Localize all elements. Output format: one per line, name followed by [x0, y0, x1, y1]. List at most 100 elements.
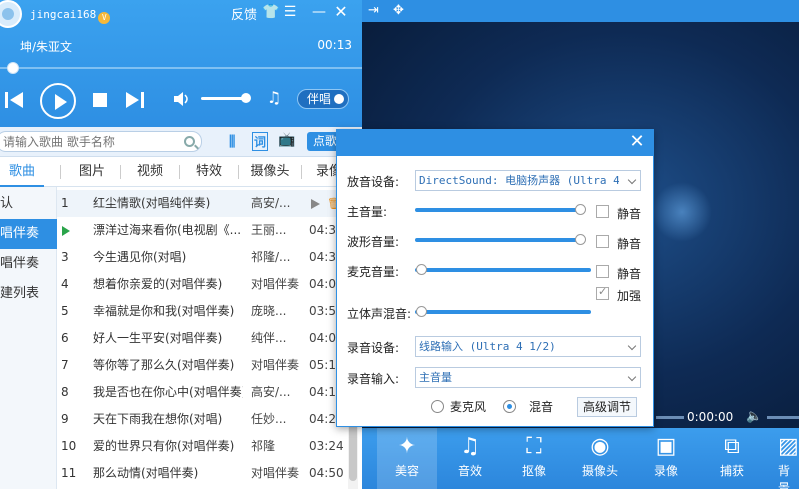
previous-icon[interactable]	[4, 91, 24, 109]
video-progress[interactable]	[656, 416, 684, 419]
table-row[interactable]: 5 幸福就是你和我(对唱伴奏) 庞晓... 03:50	[57, 298, 347, 325]
effect-beauty[interactable]: ✦ 美容	[377, 428, 437, 489]
category-duet[interactable]: 对唱伴奏	[0, 219, 57, 249]
mic-boost-checkbox[interactable]	[596, 285, 609, 300]
table-row[interactable]: 9 天在下雨我在想你(对唱) 任妙... 04:20	[57, 406, 347, 433]
media-tabs: 歌曲 图片 视频 特效 摄像头 录像	[0, 157, 362, 187]
video-volume-icon[interactable]: 🔈	[746, 409, 762, 424]
stereo-mix-slider[interactable]	[415, 310, 591, 314]
tab-video[interactable]: 视频	[121, 157, 179, 187]
video-toolbar: ⇥ ✥	[362, 0, 799, 22]
webcam-icon: ◉	[590, 434, 610, 459]
next-icon[interactable]	[125, 91, 145, 109]
table-row[interactable]: 7 等你等了那么久(对唱伴奏) 对唱伴奏 05:12	[57, 352, 347, 379]
wave-volume-slider[interactable]	[415, 238, 585, 242]
dialog-titlebar: ✕	[337, 130, 653, 156]
playback-device-label: 放音设备:	[347, 175, 400, 189]
category-new-list[interactable]: 新建列表	[0, 279, 57, 309]
main-mute-label: 静音	[617, 207, 642, 221]
table-row[interactable]: 10 爱的世界只有你(对唱伴奏) 祁隆 03:24	[57, 433, 347, 460]
mic-volume-slider[interactable]	[415, 268, 591, 272]
table-row[interactable]: 11 那么动情(对唱伴奏) 对唱伴奏 04:50	[57, 460, 347, 487]
lyrics-icon[interactable]: 词	[252, 132, 269, 151]
avatar[interactable]	[0, 0, 22, 28]
stop-icon[interactable]	[93, 93, 107, 107]
effect-audio[interactable]: ♫ 音效	[440, 428, 500, 489]
table-row[interactable]: 1 红尘情歌(对唱纯伴奏) 高安/... 🗑	[57, 190, 347, 217]
mic-mute-checkbox[interactable]	[596, 265, 609, 278]
wave-volume-handle[interactable]	[575, 234, 586, 245]
light-glow	[652, 182, 712, 242]
screen-capture-icon: ⧉	[724, 434, 740, 459]
tab-camera[interactable]: 摄像头	[239, 157, 301, 187]
menu-icon[interactable]: ☰	[282, 4, 298, 20]
close-icon[interactable]: ✕	[333, 4, 349, 20]
effect-keying[interactable]: ⛶ 抠像	[504, 428, 564, 489]
progress-bar[interactable]	[0, 67, 362, 69]
video-time: 0:00:00	[687, 410, 734, 424]
volume-icon[interactable]	[173, 90, 191, 108]
tab-songs[interactable]: 歌曲	[0, 157, 44, 187]
tab-images[interactable]: 图片	[64, 157, 120, 187]
table-row[interactable]: 6 好人一生平安(对唱伴奏) 纯伴... 04:05	[57, 325, 347, 352]
mic-radio[interactable]	[431, 400, 444, 413]
skin-icon[interactable]: 👕	[262, 4, 279, 20]
mic-volume-label: 麦克音量:	[347, 265, 400, 279]
row-play-icon[interactable]	[311, 199, 320, 209]
main-mute-checkbox[interactable]	[596, 205, 609, 218]
table-row[interactable]: 3 今生遇见你(对唱) 祁隆/... 04:30	[57, 244, 347, 271]
record-input-label: 录音输入:	[347, 372, 400, 386]
mic-boost-label: 加强	[617, 289, 642, 303]
progress-handle[interactable]	[7, 62, 19, 74]
karaoke-toggle[interactable]: 伴唱	[297, 89, 349, 109]
wave-volume-label: 波形音量:	[347, 235, 400, 249]
username: jingcai168 V	[30, 8, 111, 24]
wave-mute-label: 静音	[617, 237, 642, 251]
image-icon: ▨	[778, 434, 799, 459]
play-button[interactable]	[40, 83, 76, 119]
effect-camera[interactable]: ◉ 摄像头	[570, 428, 630, 489]
video-volume-slider[interactable]	[767, 416, 799, 419]
now-playing-icon	[62, 226, 70, 236]
main-volume-slider[interactable]	[415, 208, 585, 212]
table-row[interactable]: 4 想着你亲爱的(对唱伴奏) 对唱伴奏 04:00	[57, 271, 347, 298]
dock-icon[interactable]: ⇥	[368, 3, 379, 18]
feedback-link[interactable]: 反馈	[231, 4, 257, 23]
current-song: 坤/朱亚文	[20, 40, 73, 54]
search-input[interactable]	[0, 131, 202, 152]
table-row[interactable]: 8 我是否也在你心中(对唱伴奏) 高安/... 04:15	[57, 379, 347, 406]
stereo-mix-handle[interactable]	[416, 306, 427, 317]
record-input-select[interactable]: 主音量	[415, 367, 641, 388]
mic-volume-handle[interactable]	[416, 264, 427, 275]
category-chorus[interactable]: 合唱伴奏	[0, 249, 57, 279]
effect-record[interactable]: ▣ 录像	[636, 428, 696, 489]
magic-wand-icon: ✦	[397, 434, 417, 459]
equalizer-icon[interactable]: ⫼	[229, 134, 235, 150]
volume-handle[interactable]	[241, 93, 251, 103]
advanced-button[interactable]: 高级调节	[577, 397, 637, 417]
effect-capture[interactable]: ⧉ 捕获	[702, 428, 762, 489]
playlist-music-icon[interactable]: ♫	[266, 90, 282, 106]
main-volume-handle[interactable]	[575, 204, 586, 215]
record-device-select[interactable]: 线路输入 (Ultra 4 1/2)	[415, 336, 641, 357]
tv-icon[interactable]: 📺	[278, 132, 295, 148]
search-icon[interactable]	[184, 136, 195, 147]
wave-mute-checkbox[interactable]	[596, 235, 609, 248]
playback-device-select[interactable]: DirectSound: 电脑扬声器 (Ultra 4 1/2)	[415, 170, 641, 191]
category-list: 默认 对唱伴奏 合唱伴奏 新建列表	[0, 187, 57, 489]
minimize-icon[interactable]: —	[311, 4, 327, 20]
shrink-icon[interactable]: ✥	[393, 3, 404, 18]
category-default[interactable]: 默认	[0, 189, 57, 219]
effect-background[interactable]: ▨ 背景	[768, 428, 799, 489]
dialog-close-icon[interactable]: ✕	[627, 132, 647, 152]
mix-radio-label: 混音	[529, 400, 554, 414]
table-row[interactable]: 漂洋过海来看你(电视剧《... 王丽... 04:30	[57, 217, 347, 244]
volume-slider[interactable]	[201, 97, 246, 100]
music-note-icon: ♫	[460, 434, 480, 459]
mix-radio[interactable]	[503, 400, 516, 413]
effects-toolbar: ✦ 美容 ♫ 音效 ⛶ 抠像 ◉ 摄像头 ▣ 录像 ⧉ 捕获 ▨ 背景	[362, 428, 799, 489]
record-device-label: 录音设备:	[347, 341, 400, 355]
tab-effects[interactable]: 特效	[180, 157, 238, 187]
person-frame-icon: ⛶	[526, 434, 542, 459]
player-panel: jingcai168 V 反馈 👕 ☰ — ✕ 坤/朱亚文 00:13 ♫ 伴唱 …	[0, 0, 362, 489]
